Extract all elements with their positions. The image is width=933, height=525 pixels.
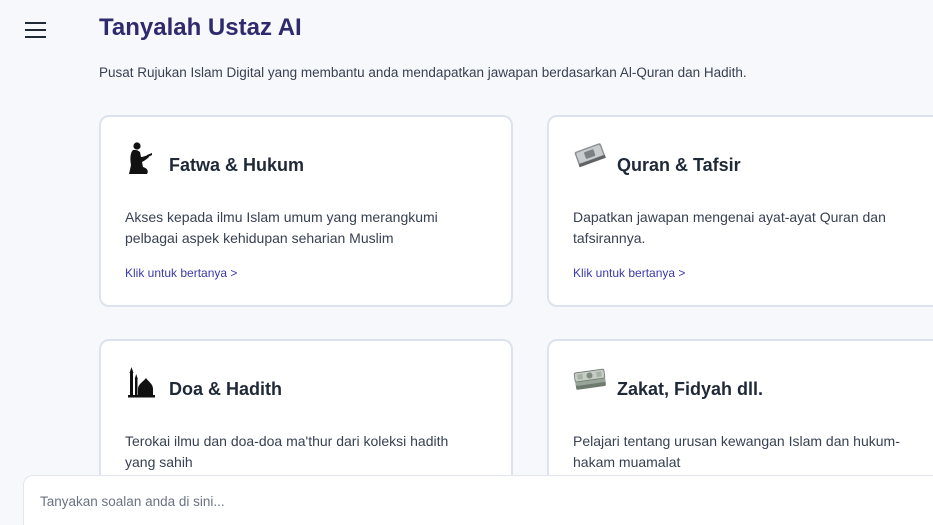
praying-man-icon bbox=[129, 142, 152, 174]
card-title: Fatwa & Hukum bbox=[169, 155, 305, 175]
ask-link[interactable]: Klik untuk bertanya > bbox=[125, 266, 237, 280]
card-title: Quran & Tafsir bbox=[617, 155, 741, 175]
ask-link[interactable]: Klik untuk bertanya > bbox=[573, 266, 685, 280]
card-description: Terokai ilmu dan doa-doa ma'thur dari ko… bbox=[125, 433, 449, 470]
card-fatwa-hukum[interactable]: Fatwa & Hukum Akses kepada ilmu Islam um… bbox=[99, 115, 513, 307]
card-doa-hadith[interactable]: Doa & Hadith Terokai ilmu dan doa-doa ma… bbox=[99, 339, 513, 489]
mosque-icon bbox=[128, 367, 155, 398]
card-title: Doa & Hadith bbox=[169, 379, 283, 399]
card-description: Dapatkan jawapan mengenai ayat-ayat Qura… bbox=[573, 209, 886, 246]
app-page: Tanyalah Ustaz AI Pusat Rujukan Islam Di… bbox=[0, 0, 933, 525]
page-title: Tanyalah Ustaz AI bbox=[99, 14, 302, 41]
card-description: Akses kepada ilmu Islam umum yang merang… bbox=[125, 209, 438, 246]
card-quran-tafsir[interactable]: Quran & Tafsir Dapatkan jawapan mengenai… bbox=[547, 115, 933, 307]
question-input[interactable] bbox=[40, 490, 900, 512]
card-title: Zakat, Fidyah dll. bbox=[617, 379, 764, 399]
quran-book-icon bbox=[574, 143, 606, 168]
menu-button[interactable] bbox=[24, 20, 48, 42]
question-input-bar bbox=[23, 475, 933, 525]
card-zakat-fidyah[interactable]: Zakat, Fidyah dll. Pelajari tentang urus… bbox=[547, 339, 933, 489]
page-subtitle: Pusat Rujukan Islam Digital yang membant… bbox=[99, 65, 747, 80]
hamburger-menu-icon bbox=[25, 22, 46, 38]
card-description: Pelajari tentang urusan kewangan Islam d… bbox=[573, 433, 900, 470]
money-stack-icon bbox=[573, 368, 606, 390]
